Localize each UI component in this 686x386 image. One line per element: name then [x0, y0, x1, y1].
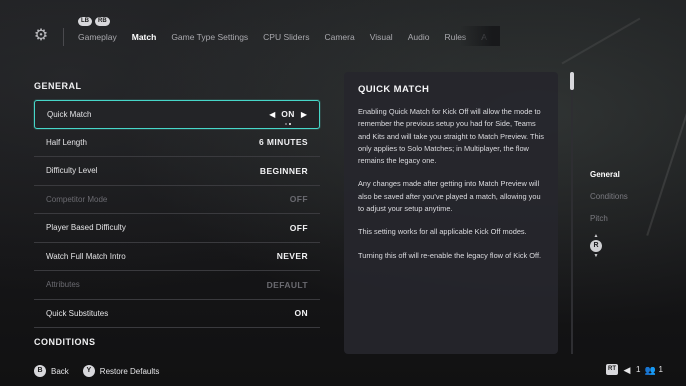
setting-value: OFF [289, 194, 308, 205]
option-page-dots [285, 122, 291, 125]
tab-cpu-sliders[interactable]: CPU Sliders [263, 32, 309, 42]
setting-label: Difficulty Level [46, 166, 98, 176]
gear-icon[interactable]: ⚙ [33, 28, 49, 44]
settings-tabs: Gameplay Match Game Type Settings CPU Sl… [78, 32, 502, 42]
section-nav-item-pitch[interactable]: Pitch [590, 214, 628, 223]
section-nav: General Conditions Pitch [590, 170, 628, 236]
restore-defaults-label[interactable]: Restore Defaults [100, 367, 160, 376]
setting-label: Half Length [46, 137, 87, 147]
section-title-general: GENERAL [34, 81, 82, 91]
speaker-icon: ◀ [623, 364, 631, 375]
rt-button-icon: RT [606, 364, 618, 375]
right-stick-hint: ▲ R ▼ [590, 233, 602, 259]
description-title: QUICK MATCH [358, 84, 430, 95]
setting-row-attributes: Attributes DEFAULT [34, 271, 320, 300]
back-label[interactable]: Back [51, 367, 69, 376]
tab-game-type-settings[interactable]: Game Type Settings [171, 32, 248, 42]
b-button-icon[interactable]: B [34, 365, 46, 377]
footer-button-hints: B Back Y Restore Defaults [34, 365, 159, 377]
setting-label: Quick Match [47, 109, 92, 119]
setting-value: 6 MINUTES [259, 137, 308, 148]
section-nav-item-conditions[interactable]: Conditions [590, 192, 628, 201]
setting-row-player-based-difficulty[interactable]: Player Based Difficulty OFF [34, 214, 320, 243]
players-count: 1 [658, 365, 663, 374]
description-paragraph: Turning this off will re-enable the lega… [358, 250, 542, 260]
right-stick-icon: R [590, 240, 602, 252]
setting-label: Attributes [46, 280, 80, 290]
tabs-fade-overlay [460, 26, 500, 46]
y-button-icon[interactable]: Y [82, 365, 95, 377]
setting-value: ON [294, 308, 308, 319]
tab-gameplay[interactable]: Gameplay [78, 32, 117, 42]
shoulder-button-hints: LB RB [78, 17, 110, 26]
settings-list: Quick Match ◀ ON ▶ Half Length 6 MINUTES… [34, 100, 320, 328]
setting-value: DEFAULT [266, 279, 308, 290]
description-paragraph: Enabling Quick Match for Kick Off will a… [358, 107, 544, 166]
description-paragraph: This setting works for all applicable Ki… [358, 227, 527, 237]
chevron-up-icon: ▲ [593, 233, 599, 239]
setting-label: Quick Substitutes [46, 308, 109, 318]
section-nav-item-general[interactable]: General [590, 170, 628, 179]
section-title-conditions: CONDITIONS [34, 337, 96, 347]
scrollbar-track[interactable] [571, 72, 573, 354]
tab-visual[interactable]: Visual [370, 32, 393, 42]
setting-row-watch-full-match-intro[interactable]: Watch Full Match Intro NEVER [34, 243, 320, 271]
setting-label: Competitor Mode [46, 194, 108, 204]
tab-divider [63, 28, 64, 46]
setting-value: BEGINNER [259, 165, 308, 176]
setting-value-selector[interactable]: ◀ ON ▶ [269, 109, 307, 119]
scrollbar-thumb[interactable] [570, 72, 574, 90]
setting-row-competitor-mode: Competitor Mode OFF [34, 186, 320, 214]
users-icon: 👥 [644, 364, 656, 375]
rb-button-icon: RB [95, 17, 110, 26]
setting-row-difficulty-level[interactable]: Difficulty Level BEGINNER [34, 157, 320, 186]
chevron-down-icon: ▼ [593, 253, 599, 259]
lb-button-icon: LB [78, 17, 92, 26]
setting-row-quick-match[interactable]: Quick Match ◀ ON ▶ [34, 100, 320, 129]
description-paragraph: Any changes made after getting into Matc… [358, 179, 541, 214]
arrow-right-icon[interactable]: ▶ [301, 110, 307, 119]
voice-count: 1 [636, 365, 641, 374]
setting-row-quick-substitutes[interactable]: Quick Substitutes ON [34, 300, 320, 328]
setting-value: OFF [289, 222, 308, 233]
setting-label: Player Based Difficulty [46, 223, 126, 233]
tab-camera[interactable]: Camera [324, 32, 354, 42]
description-panel: QUICK MATCH Enabling Quick Match for Kic… [344, 72, 558, 354]
tab-audio[interactable]: Audio [408, 32, 430, 42]
setting-value: ON [281, 109, 295, 120]
setting-row-half-length[interactable]: Half Length 6 MINUTES [34, 129, 320, 157]
tab-match[interactable]: Match [132, 32, 157, 42]
status-bar: RT ◀ 1 👥 1 [606, 364, 663, 375]
arrow-left-icon[interactable]: ◀ [269, 110, 275, 119]
setting-label: Watch Full Match Intro [46, 251, 126, 261]
setting-value: NEVER [276, 251, 308, 262]
